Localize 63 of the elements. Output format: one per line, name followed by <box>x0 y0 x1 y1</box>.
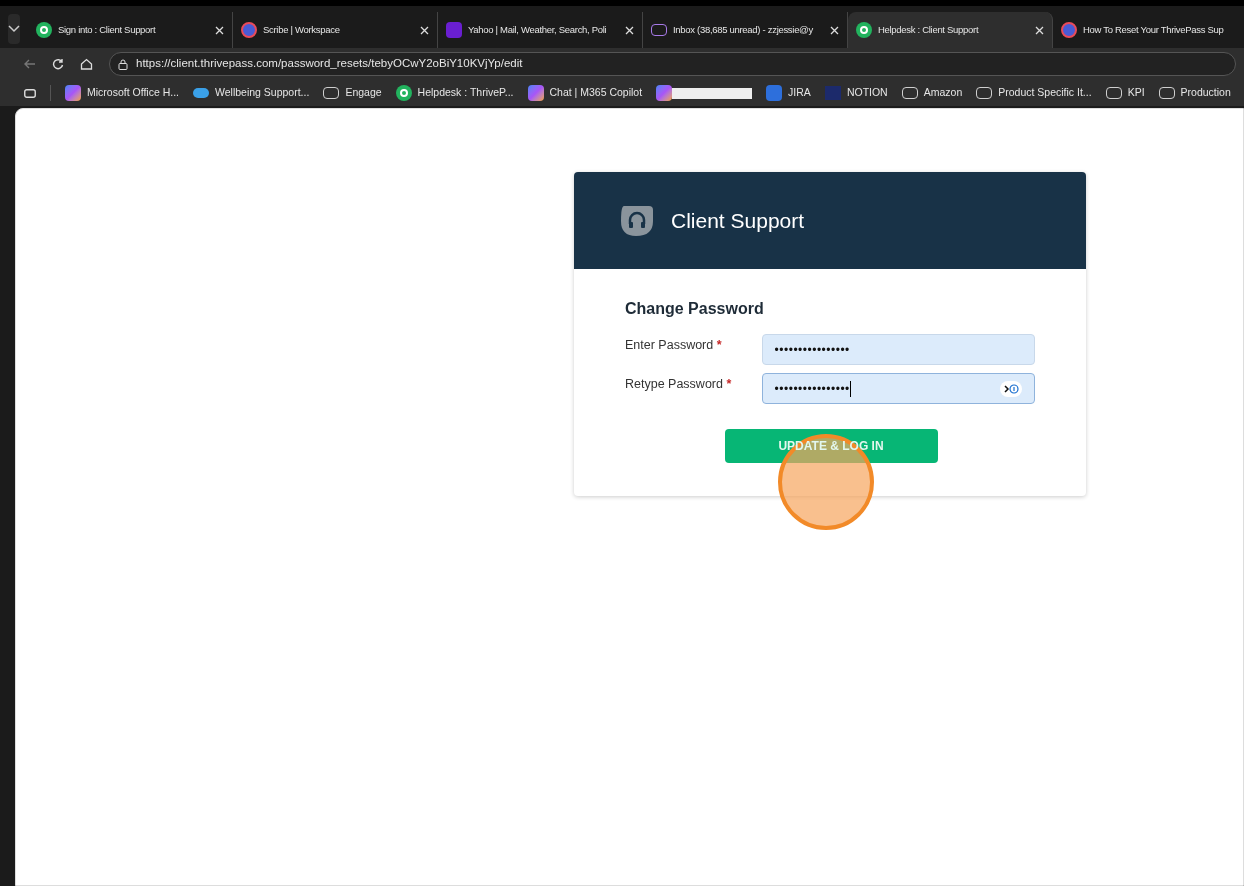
brand-title: Client Support <box>671 207 805 234</box>
colorful-logo-icon <box>656 85 673 101</box>
bookmark-item[interactable]: Microsoft Office H... <box>65 85 179 101</box>
bookmark-label: Product Specific It... <box>998 85 1092 101</box>
tab-list-button[interactable] <box>8 14 20 44</box>
bookmark-item[interactable]: Product Specific It... <box>976 85 1092 101</box>
lock-icon <box>118 58 128 70</box>
tab-title: Helpdesk : Client Support <box>878 22 980 37</box>
address-bar[interactable]: https://client.thrivepass.com/password_resets/tebyOCwY2oBiY10KVjYp/edit <box>109 52 1236 76</box>
field-label: Retype Password * <box>625 376 733 393</box>
password-value: •••••••••••••••• <box>774 341 850 359</box>
bookmark-label: Engage <box>345 85 382 101</box>
close-icon[interactable] <box>830 25 839 35</box>
folder-icon <box>976 87 993 99</box>
bookmark-label: Chat | M365 Copilot <box>549 85 643 101</box>
folder-icon <box>1158 87 1175 99</box>
close-icon[interactable] <box>625 25 634 35</box>
folder-icon <box>323 87 340 99</box>
tab-groups-icon[interactable] <box>24 88 36 98</box>
text-cursor <box>849 380 851 397</box>
folder-icon <box>1105 87 1122 99</box>
browser-tab[interactable]: Helpdesk : Client Support <box>848 12 1053 48</box>
close-icon[interactable] <box>420 25 429 35</box>
url-text: https://client.thrivepass.com/password_resets/tebyOCwY2oBiY10KVjYp/edit <box>136 56 523 72</box>
tab-title: Scribe | Workspace <box>263 22 341 37</box>
password-field[interactable]: •••••••••••••••• <box>761 373 1035 404</box>
bookmark-item[interactable]: Production <box>1158 85 1231 101</box>
close-icon[interactable] <box>1035 25 1044 35</box>
bookmark-item[interactable]: JIRA <box>766 85 811 101</box>
headset-logo-icon <box>619 203 655 238</box>
tab-title: Inbox (38,685 unread) - zzjessie@y <box>673 22 814 37</box>
folder-icon <box>901 87 918 99</box>
colorful-logo-icon <box>527 85 544 101</box>
back-arrow-icon[interactable] <box>24 59 36 69</box>
bookmark-item[interactable]: Wellbeing Support... <box>193 85 310 101</box>
password-value: •••••••••••••••• <box>774 380 850 398</box>
bookmark-label: Helpdesk : ThriveP... <box>417 85 514 101</box>
bookmark-label: Production <box>1180 85 1231 101</box>
bookmark-item[interactable]: NOTION <box>824 85 888 101</box>
colorful-logo-icon <box>65 85 81 101</box>
bookmark-label: NOTION <box>846 85 888 101</box>
password-field[interactable]: •••••••••••••••• <box>761 334 1035 365</box>
bookmark-label: Amazon <box>923 85 963 101</box>
tab-title: Yahoo | Mail, Weather, Search, Poli <box>468 22 608 37</box>
bookmark-item[interactable]: Engage <box>323 85 382 101</box>
home-icon[interactable] <box>80 58 93 70</box>
tab-title: How To Reset Your ThrivePass Sup <box>1083 22 1225 37</box>
bookmark-item[interactable]: Chat | M365 Copilot <box>527 85 643 101</box>
form-heading: Change Password <box>625 299 765 319</box>
field-label: Enter Password * <box>625 337 723 354</box>
password-manager-icon[interactable] <box>1000 380 1022 397</box>
bookmark-item[interactable]: Amazon <box>901 85 963 101</box>
bookmark-label: KPI <box>1127 85 1145 101</box>
bookmark-label: Microsoft Office H... <box>87 85 179 101</box>
tab-title: Sign into : Client Support <box>58 22 157 37</box>
chevron-down-icon <box>8 25 20 33</box>
reload-icon[interactable] <box>52 58 64 70</box>
bookmark-item[interactable]: Helpdesk : ThriveP... <box>395 85 514 101</box>
cloud-icon <box>193 88 209 98</box>
bookmark-label: JIRA <box>788 85 811 101</box>
close-icon[interactable] <box>215 25 224 35</box>
bookmark-item[interactable]: KPI <box>1105 85 1145 101</box>
bookmark-label: Wellbeing Support... <box>215 85 310 101</box>
